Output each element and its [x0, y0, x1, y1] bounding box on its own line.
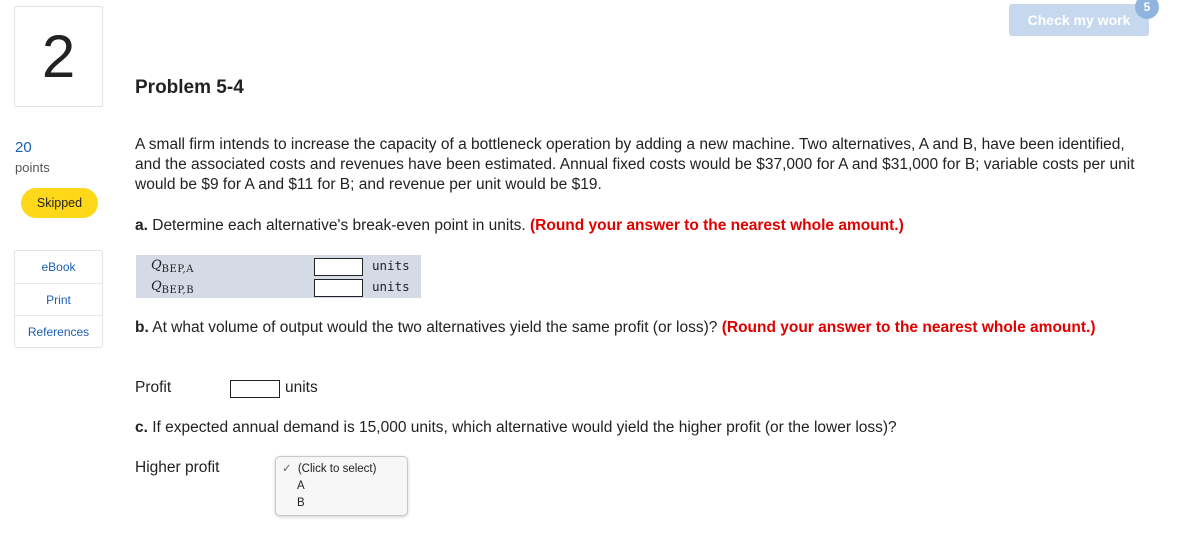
print-link[interactable]: Print [15, 283, 102, 315]
references-link[interactable]: References [15, 315, 102, 347]
part-c-text: If expected annual demand is 15,000 unit… [147, 419, 897, 436]
profit-units: units [285, 379, 318, 396]
profit-label: Profit [135, 379, 172, 396]
bep-b-subscript: BEP,B [161, 285, 195, 296]
select-option-a[interactable]: A [297, 480, 428, 492]
part-c-prefix: c. [135, 419, 148, 436]
bep-b-units: units [372, 279, 410, 294]
checkmark-icon: ✓ [282, 463, 292, 475]
part-a-prefix: a. [135, 217, 148, 234]
bep-row-a: QBEP,A units [136, 256, 421, 277]
points-value: 20 [15, 139, 32, 156]
bep-b-input[interactable] [314, 279, 363, 297]
part-a-note: (Round your answer to the nearest whole … [530, 217, 904, 234]
higher-profit-label: Higher profit [135, 459, 220, 476]
check-my-work-button[interactable]: Check my work [1009, 4, 1149, 36]
part-b-text: At what volume of output would the two a… [148, 319, 722, 336]
select-placeholder-option[interactable]: ✓ (Click to select) [282, 461, 413, 475]
bep-b-label: QBEP,B [151, 279, 194, 296]
check-count-badge: 5 [1135, 0, 1159, 19]
part-a-text: Determine each alternative's break-even … [147, 217, 530, 234]
select-placeholder-text: (Click to select) [297, 463, 377, 475]
bep-a-subscript: BEP,A [161, 264, 194, 275]
part-a-question: a. Determine each alternative's break-ev… [135, 216, 904, 236]
part-b-prefix: b. [135, 319, 149, 336]
bep-a-input[interactable] [314, 258, 363, 276]
check-my-work-label: Check my work [1027, 12, 1131, 28]
status-badge: Skipped [21, 188, 98, 218]
higher-profit-select[interactable]: ✓ (Click to select) A B [275, 456, 408, 516]
part-b-note: (Round your answer to the nearest whole … [721, 319, 1096, 336]
part-c-question: c. If expected annual demand is 15,000 u… [135, 418, 897, 438]
question-number: 2 [14, 6, 103, 107]
problem-title: Problem 5-4 [135, 77, 244, 98]
ebook-link[interactable]: eBook [15, 251, 102, 283]
bep-row-b: QBEP,B units [136, 277, 421, 298]
part-b-question: b. At what volume of output would the tw… [135, 318, 1135, 338]
points-label: points [15, 160, 50, 175]
bep-a-symbol: Q [151, 258, 162, 273]
problem-intro: A small firm intends to increase the cap… [135, 136, 1135, 193]
bep-a-units: units [372, 258, 410, 273]
bep-b-symbol: Q [151, 279, 162, 294]
profit-input[interactable] [230, 380, 280, 398]
bep-table: QBEP,A units QBEP,B units [136, 255, 421, 298]
resources-panel: eBook Print References [14, 250, 103, 348]
select-option-b[interactable]: B [297, 497, 428, 509]
bep-a-label: QBEP,A [151, 258, 194, 275]
